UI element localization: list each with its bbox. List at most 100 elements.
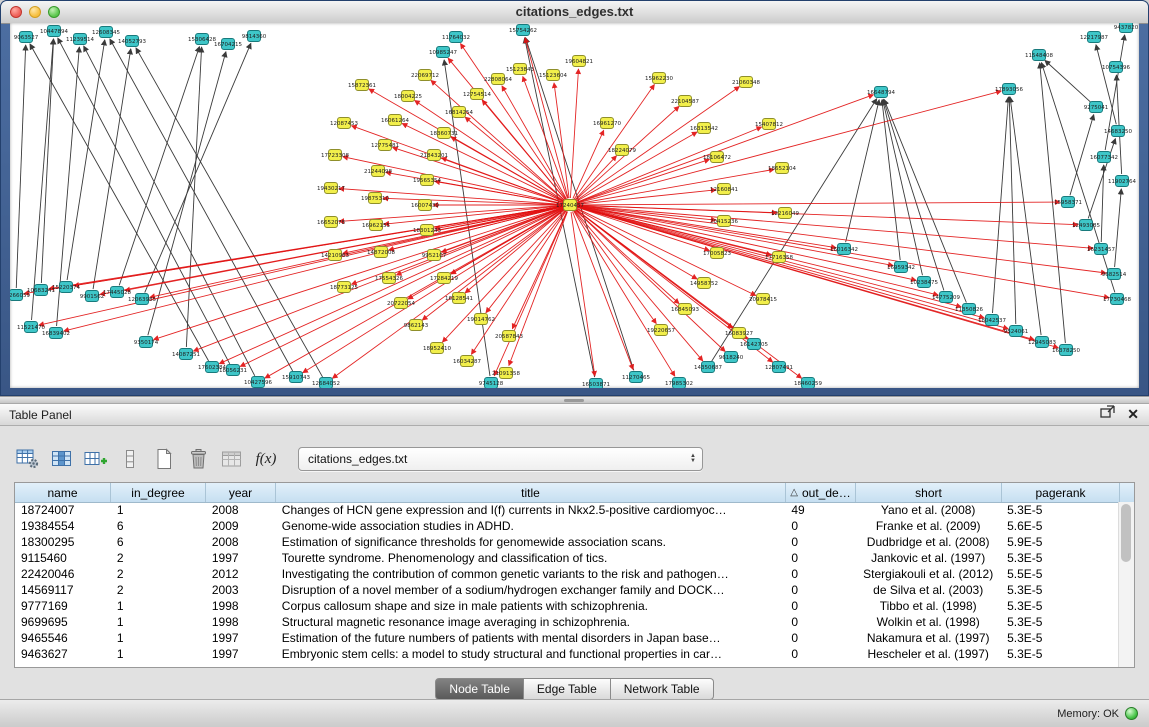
scrollbar-thumb[interactable] (1121, 504, 1131, 562)
graph-edge[interactable] (577, 207, 1009, 329)
tab-node-table[interactable]: Node Table (435, 678, 524, 700)
cell-pagerank[interactable]: 5.9E-5 (1001, 534, 1119, 550)
graph-edge[interactable] (30, 44, 209, 361)
cell-pagerank[interactable]: 5.6E-5 (1001, 518, 1119, 534)
graph-edge[interactable] (32, 39, 54, 320)
cell-pagerank[interactable]: 5.3E-5 (1001, 550, 1119, 566)
graph-edge[interactable] (574, 211, 656, 324)
cell-year[interactable]: 2009 (206, 518, 276, 534)
graph-edge[interactable] (576, 132, 697, 202)
cell-short[interactable]: Yano et al. (2008) (855, 502, 1001, 518)
table-row[interactable]: 946362711997Embryonic stem cells: a mode… (15, 646, 1119, 662)
panel-splitter[interactable] (0, 396, 1149, 404)
delete-rows-button[interactable] (116, 446, 144, 472)
graph-edge[interactable] (74, 206, 563, 286)
cell-out_degree[interactable]: 0 (785, 598, 855, 614)
cell-in_degree[interactable]: 2 (111, 582, 206, 598)
cell-name[interactable]: 9699695 (15, 614, 111, 630)
cell-pagerank[interactable]: 5.3E-5 (1001, 630, 1119, 646)
cell-year[interactable]: 2008 (206, 534, 276, 550)
graph-edge[interactable] (574, 85, 654, 200)
cell-title[interactable]: Disruption of a novel member of a sodium… (276, 582, 786, 598)
cell-pagerank[interactable]: 5.3E-5 (1001, 598, 1119, 614)
graph-edge[interactable] (576, 87, 740, 201)
graph-edge[interactable] (577, 207, 1059, 348)
cell-short[interactable]: de Silva et al. (2003) (855, 582, 1001, 598)
cell-short[interactable]: Franke et al. (2009) (855, 518, 1001, 534)
table-select-dropdown[interactable]: citations_edges.txt ▲▼ (298, 447, 703, 471)
graph-edge[interactable] (67, 40, 105, 280)
column-header-out_degree[interactable]: △out_de… (786, 483, 856, 502)
cell-short[interactable]: Dudbridge et al. (2008) (855, 534, 1001, 550)
delete-table-button[interactable] (184, 446, 212, 472)
graph-edge[interactable] (993, 97, 1009, 313)
table-row[interactable]: 1456911722003Disruption of a novel membe… (15, 582, 1119, 598)
table-row[interactable]: 946554611997Estimation of the future num… (15, 630, 1119, 646)
cell-year[interactable]: 1997 (206, 646, 276, 662)
graph-edge[interactable] (1041, 63, 1114, 293)
graph-edge[interactable] (93, 49, 131, 289)
cell-out_degree[interactable]: 49 (785, 502, 855, 518)
graph-edge[interactable] (575, 156, 617, 200)
graph-edge[interactable] (16, 45, 25, 288)
cell-title[interactable]: Investigating the contribution of common… (276, 566, 786, 582)
cell-name[interactable]: 22420046 (15, 566, 111, 582)
cell-in_degree[interactable]: 1 (111, 598, 206, 614)
graph-edge[interactable] (571, 212, 595, 376)
cell-pagerank[interactable]: 5.3E-5 (1001, 646, 1119, 662)
cell-in_degree[interactable]: 6 (111, 534, 206, 550)
column-header-title[interactable]: title (276, 483, 786, 502)
cell-in_degree[interactable]: 1 (111, 614, 206, 630)
new-table-button[interactable] (150, 446, 178, 472)
cell-in_degree[interactable]: 2 (111, 566, 206, 582)
cell-in_degree[interactable]: 2 (111, 550, 206, 566)
cell-title[interactable]: Estimation of the future numbers of pati… (276, 630, 786, 646)
cell-name[interactable]: 18300295 (15, 534, 111, 550)
minimize-window-button[interactable] (29, 6, 41, 18)
graph-edge[interactable] (577, 91, 1001, 203)
cell-year[interactable]: 1998 (206, 598, 276, 614)
table-mode-button[interactable] (14, 446, 42, 472)
column-header-pagerank[interactable]: pagerank (1002, 483, 1120, 502)
cell-year[interactable]: 1997 (206, 550, 276, 566)
table-row[interactable]: 1938455462009Genome-wide association stu… (15, 518, 1119, 534)
network-canvas[interactable]: 1724045715123843228080641275451416814254… (10, 23, 1139, 388)
cell-name[interactable]: 9465546 (15, 630, 111, 646)
graph-edge[interactable] (145, 43, 251, 292)
graph-edge[interactable] (444, 60, 490, 376)
graph-edge[interactable] (1115, 189, 1122, 267)
cell-in_degree[interactable]: 1 (111, 646, 206, 662)
cell-short[interactable]: Stergiakouli et al. (2012) (855, 566, 1001, 582)
table-row[interactable]: 977716911998Corpus callosum shape and si… (15, 598, 1119, 614)
cell-out_degree[interactable]: 0 (785, 518, 855, 534)
cell-year[interactable]: 1998 (206, 614, 276, 630)
graph-edge[interactable] (186, 47, 201, 347)
table-row[interactable]: 911546021997Tourette syndrome. Phenomeno… (15, 550, 1119, 566)
cell-year[interactable]: 2008 (206, 502, 276, 518)
cell-name[interactable]: 9777169 (15, 598, 111, 614)
cell-year[interactable]: 1997 (206, 630, 276, 646)
cell-out_degree[interactable]: 0 (785, 582, 855, 598)
cell-title[interactable]: Tourette syndrome. Phenomenology and cla… (276, 550, 786, 566)
show-columns-button[interactable] (48, 446, 76, 472)
graph-edge[interactable] (712, 99, 877, 361)
cell-in_degree[interactable]: 6 (111, 518, 206, 534)
column-header-in_degree[interactable]: in_degree (111, 483, 206, 502)
graph-edge[interactable] (570, 69, 578, 198)
cell-name[interactable]: 18724007 (15, 502, 111, 518)
cell-name[interactable]: 14569117 (15, 582, 111, 598)
table-row[interactable]: 1830029562008Estimation of significance … (15, 534, 1119, 550)
cell-title[interactable]: Corpus callosum shape and size in male p… (276, 598, 786, 614)
cell-out_degree[interactable]: 0 (785, 614, 855, 630)
cell-out_degree[interactable]: 0 (785, 566, 855, 582)
cell-title[interactable]: Estimation of significance thresholds fo… (276, 534, 786, 550)
cell-out_degree[interactable]: 0 (785, 646, 855, 662)
table-row[interactable]: 1872400712008Changes of HCN gene express… (15, 502, 1119, 518)
cell-pagerank[interactable]: 5.3E-5 (1001, 502, 1119, 518)
graph-edge[interactable] (525, 38, 568, 199)
graph-edge[interactable] (577, 206, 916, 280)
cell-name[interactable]: 9115460 (15, 550, 111, 566)
cell-out_degree[interactable]: 0 (785, 534, 855, 550)
float-panel-icon[interactable] (1100, 405, 1115, 424)
graph-edge[interactable] (265, 208, 564, 378)
